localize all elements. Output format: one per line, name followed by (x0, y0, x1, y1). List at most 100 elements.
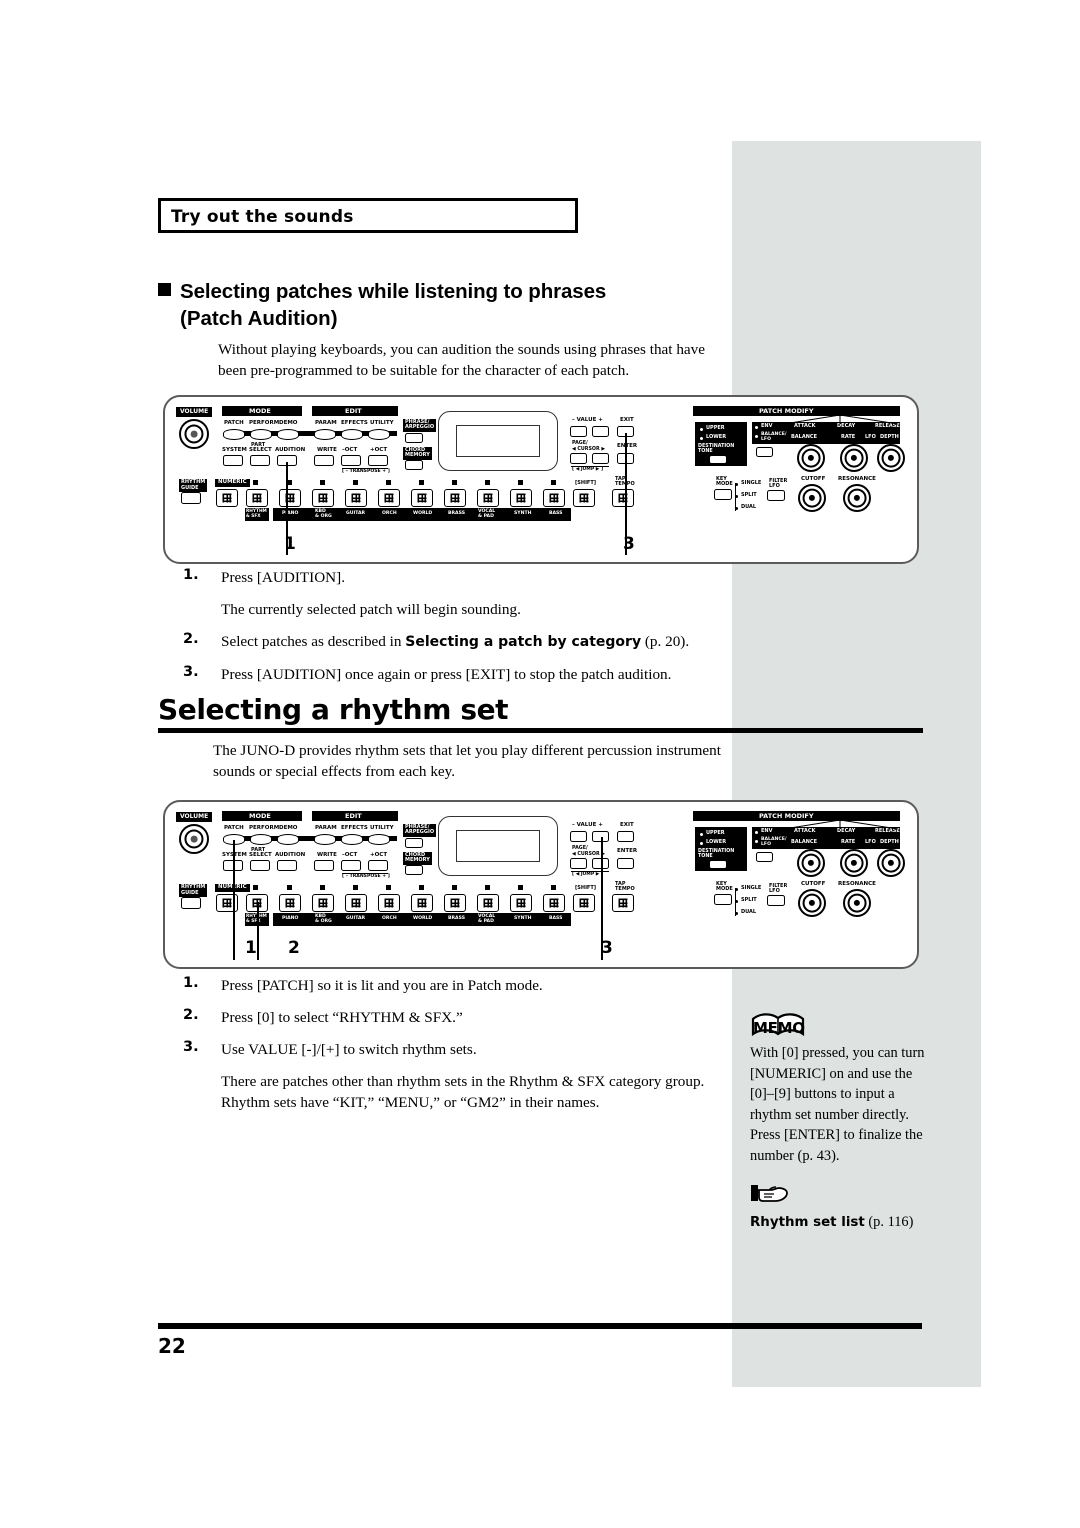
button-param[interactable] (314, 429, 336, 440)
button-numeric[interactable] (216, 489, 238, 507)
button-category-3[interactable] (345, 489, 367, 507)
button-audition[interactable] (277, 860, 297, 871)
button-oct-plus[interactable] (368, 860, 388, 871)
button-label-system: SYSTEM (222, 447, 247, 453)
button-destination-tone[interactable] (709, 860, 727, 869)
knob-attack[interactable] (797, 444, 825, 472)
step-item: 3. Use VALUE [-]/[+] to switch rhythm se… (183, 1039, 723, 1060)
button-system[interactable] (223, 455, 243, 466)
button-oct-minus[interactable] (341, 860, 361, 871)
button-oct-minus[interactable] (341, 455, 361, 466)
button-category-4[interactable] (378, 489, 400, 507)
button-category-7[interactable] (477, 894, 499, 912)
button-shift[interactable] (573, 489, 595, 507)
button-category-8[interactable] (510, 489, 532, 507)
button-category-6[interactable] (444, 894, 466, 912)
knob-release[interactable] (877, 849, 905, 877)
button-exit[interactable] (617, 831, 634, 842)
category-label-7: VOCAL & PAD (478, 914, 496, 924)
button-tap-tempo[interactable] (612, 489, 634, 507)
button-category-2[interactable] (312, 894, 334, 912)
knob-resonance[interactable] (843, 889, 871, 917)
button-shift[interactable] (573, 894, 595, 912)
button-phrase-arpeggio[interactable] (405, 838, 423, 848)
knob-decay[interactable] (840, 444, 868, 472)
led-dual (735, 507, 738, 510)
button-category-9[interactable] (543, 894, 565, 912)
button-write[interactable] (314, 455, 334, 466)
step-number: 3. (183, 664, 199, 680)
button-category-7[interactable] (477, 489, 499, 507)
button-category-4[interactable] (378, 894, 400, 912)
button-value-minus[interactable] (570, 831, 587, 842)
memo-book-icon: MEMO (750, 1012, 812, 1038)
button-label-param: PARAM (315, 420, 337, 426)
knob-attack[interactable] (797, 849, 825, 877)
button-chord-memory[interactable] (405, 460, 423, 470)
button-perform[interactable] (250, 429, 272, 440)
button-category-8[interactable] (510, 894, 532, 912)
button-label-perform: PERFORM (249, 420, 280, 426)
button-cursor-left[interactable] (570, 453, 587, 464)
button-cursor-right[interactable] (592, 453, 609, 464)
button-effects[interactable] (341, 429, 363, 440)
button-category-9[interactable] (543, 489, 565, 507)
button-effects[interactable] (341, 834, 363, 845)
button-demo[interactable] (277, 429, 299, 440)
button-category-1[interactable] (279, 489, 301, 507)
volume-knob[interactable] (179, 419, 209, 449)
button-utility[interactable] (368, 834, 390, 845)
button-enter[interactable] (617, 858, 634, 869)
knob-resonance[interactable] (843, 484, 871, 512)
button-destination-tone[interactable] (709, 455, 727, 464)
button-value-plus[interactable] (592, 426, 609, 437)
button-label-write: WRITE (317, 852, 337, 858)
button-oct-plus[interactable] (368, 455, 388, 466)
knob-release[interactable] (877, 444, 905, 472)
button-key-mode[interactable] (714, 489, 732, 500)
button-phrase-arpeggio[interactable] (405, 433, 423, 443)
led-cat-3 (353, 885, 358, 890)
button-category-2[interactable] (312, 489, 334, 507)
button-filter-lfo[interactable] (767, 895, 785, 906)
knob-decay[interactable] (840, 849, 868, 877)
rhythm-guide-label: RHYTHM GUIDE (179, 884, 208, 898)
button-chord-memory[interactable] (405, 865, 423, 875)
button-patch[interactable] (223, 429, 245, 440)
button-env-balance-select[interactable] (756, 447, 773, 457)
button-perform[interactable] (250, 834, 272, 845)
category-label-9: BASS (549, 916, 563, 921)
button-tap-tempo[interactable] (612, 894, 634, 912)
button-env-balance-select[interactable] (756, 852, 773, 862)
button-category-3[interactable] (345, 894, 367, 912)
button-write[interactable] (314, 860, 334, 871)
knob-cutoff[interactable] (798, 889, 826, 917)
button-category-5[interactable] (411, 894, 433, 912)
button-value-minus[interactable] (570, 426, 587, 437)
section-heading-audition: Selecting patches while listening to phr… (158, 278, 738, 332)
knob-cutoff[interactable] (798, 484, 826, 512)
tap-tempo-label: TAPTEMPO (615, 881, 635, 893)
key-mode-label: KEY MODE (716, 881, 733, 893)
lcd-screen (455, 829, 541, 863)
button-part-select[interactable] (250, 860, 270, 871)
button-category-6[interactable] (444, 489, 466, 507)
volume-knob[interactable] (179, 824, 209, 854)
button-filter-lfo[interactable] (767, 490, 785, 501)
button-category-5[interactable] (411, 489, 433, 507)
button-cursor-left[interactable] (570, 858, 587, 869)
button-rhythm-guide[interactable] (181, 897, 201, 909)
button-label-oct-minus: –OCT (342, 852, 358, 858)
button-category-0[interactable] (246, 489, 268, 507)
button-param[interactable] (314, 834, 336, 845)
button-rhythm-guide[interactable] (181, 492, 201, 504)
button-utility[interactable] (368, 429, 390, 440)
button-part-select[interactable] (250, 455, 270, 466)
button-label-oct-plus: +OCT (370, 852, 388, 858)
button-demo[interactable] (277, 834, 299, 845)
reference-title: Rhythm set list (750, 1215, 865, 1230)
button-key-mode[interactable] (714, 894, 732, 905)
button-numeric[interactable] (216, 894, 238, 912)
button-label-oct-plus: +OCT (370, 447, 388, 453)
button-category-1[interactable] (279, 894, 301, 912)
